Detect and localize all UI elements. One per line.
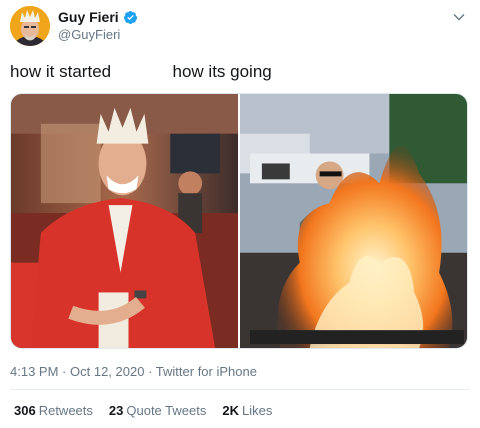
retweets-count: 306 <box>14 403 36 418</box>
tweet-card: Guy Fieri @GuyFieri how it started how i… <box>0 0 480 428</box>
name-row: Guy Fieri <box>58 9 138 25</box>
tweet-time[interactable]: 4:13 PM <box>10 364 58 379</box>
meta-separator: · <box>62 364 70 379</box>
diner-photo <box>11 94 238 348</box>
quotes-label: Quote Tweets <box>126 403 207 418</box>
tweet-meta: 4:13 PM · Oct 12, 2020 · Twitter for iPh… <box>10 364 257 379</box>
display-name[interactable]: Guy Fieri <box>58 9 119 25</box>
tweet-stats: 306 Retweets 23 Quote Tweets 2K Likes <box>14 403 272 418</box>
quotes-stat[interactable]: 23 Quote Tweets <box>109 403 206 418</box>
likes-label: Likes <box>241 403 273 418</box>
retweets-label: Retweets <box>38 403 93 418</box>
tweet-text: how it started how its going <box>10 62 272 81</box>
likes-stat[interactable]: 2K Likes <box>222 403 272 418</box>
retweets-stat[interactable]: 306 Retweets <box>14 403 93 418</box>
quotes-count: 23 <box>108 403 124 418</box>
media-grid <box>10 93 468 349</box>
media-image-left[interactable] <box>11 94 238 348</box>
chevron-down-icon[interactable] <box>452 10 466 24</box>
avatar-photo-icon <box>10 6 50 46</box>
user-avatar[interactable] <box>10 6 50 46</box>
meta-separator: · <box>148 364 156 379</box>
tweet-source[interactable]: Twitter for iPhone <box>156 364 257 379</box>
likes-count: 2K <box>222 403 239 418</box>
divider <box>10 389 470 390</box>
user-handle[interactable]: @GuyFieri <box>58 27 120 42</box>
media-image-right[interactable] <box>240 94 467 348</box>
tweet-date[interactable]: Oct 12, 2020 <box>70 364 144 379</box>
fire-photo <box>240 94 467 348</box>
verified-badge-icon <box>123 10 137 24</box>
